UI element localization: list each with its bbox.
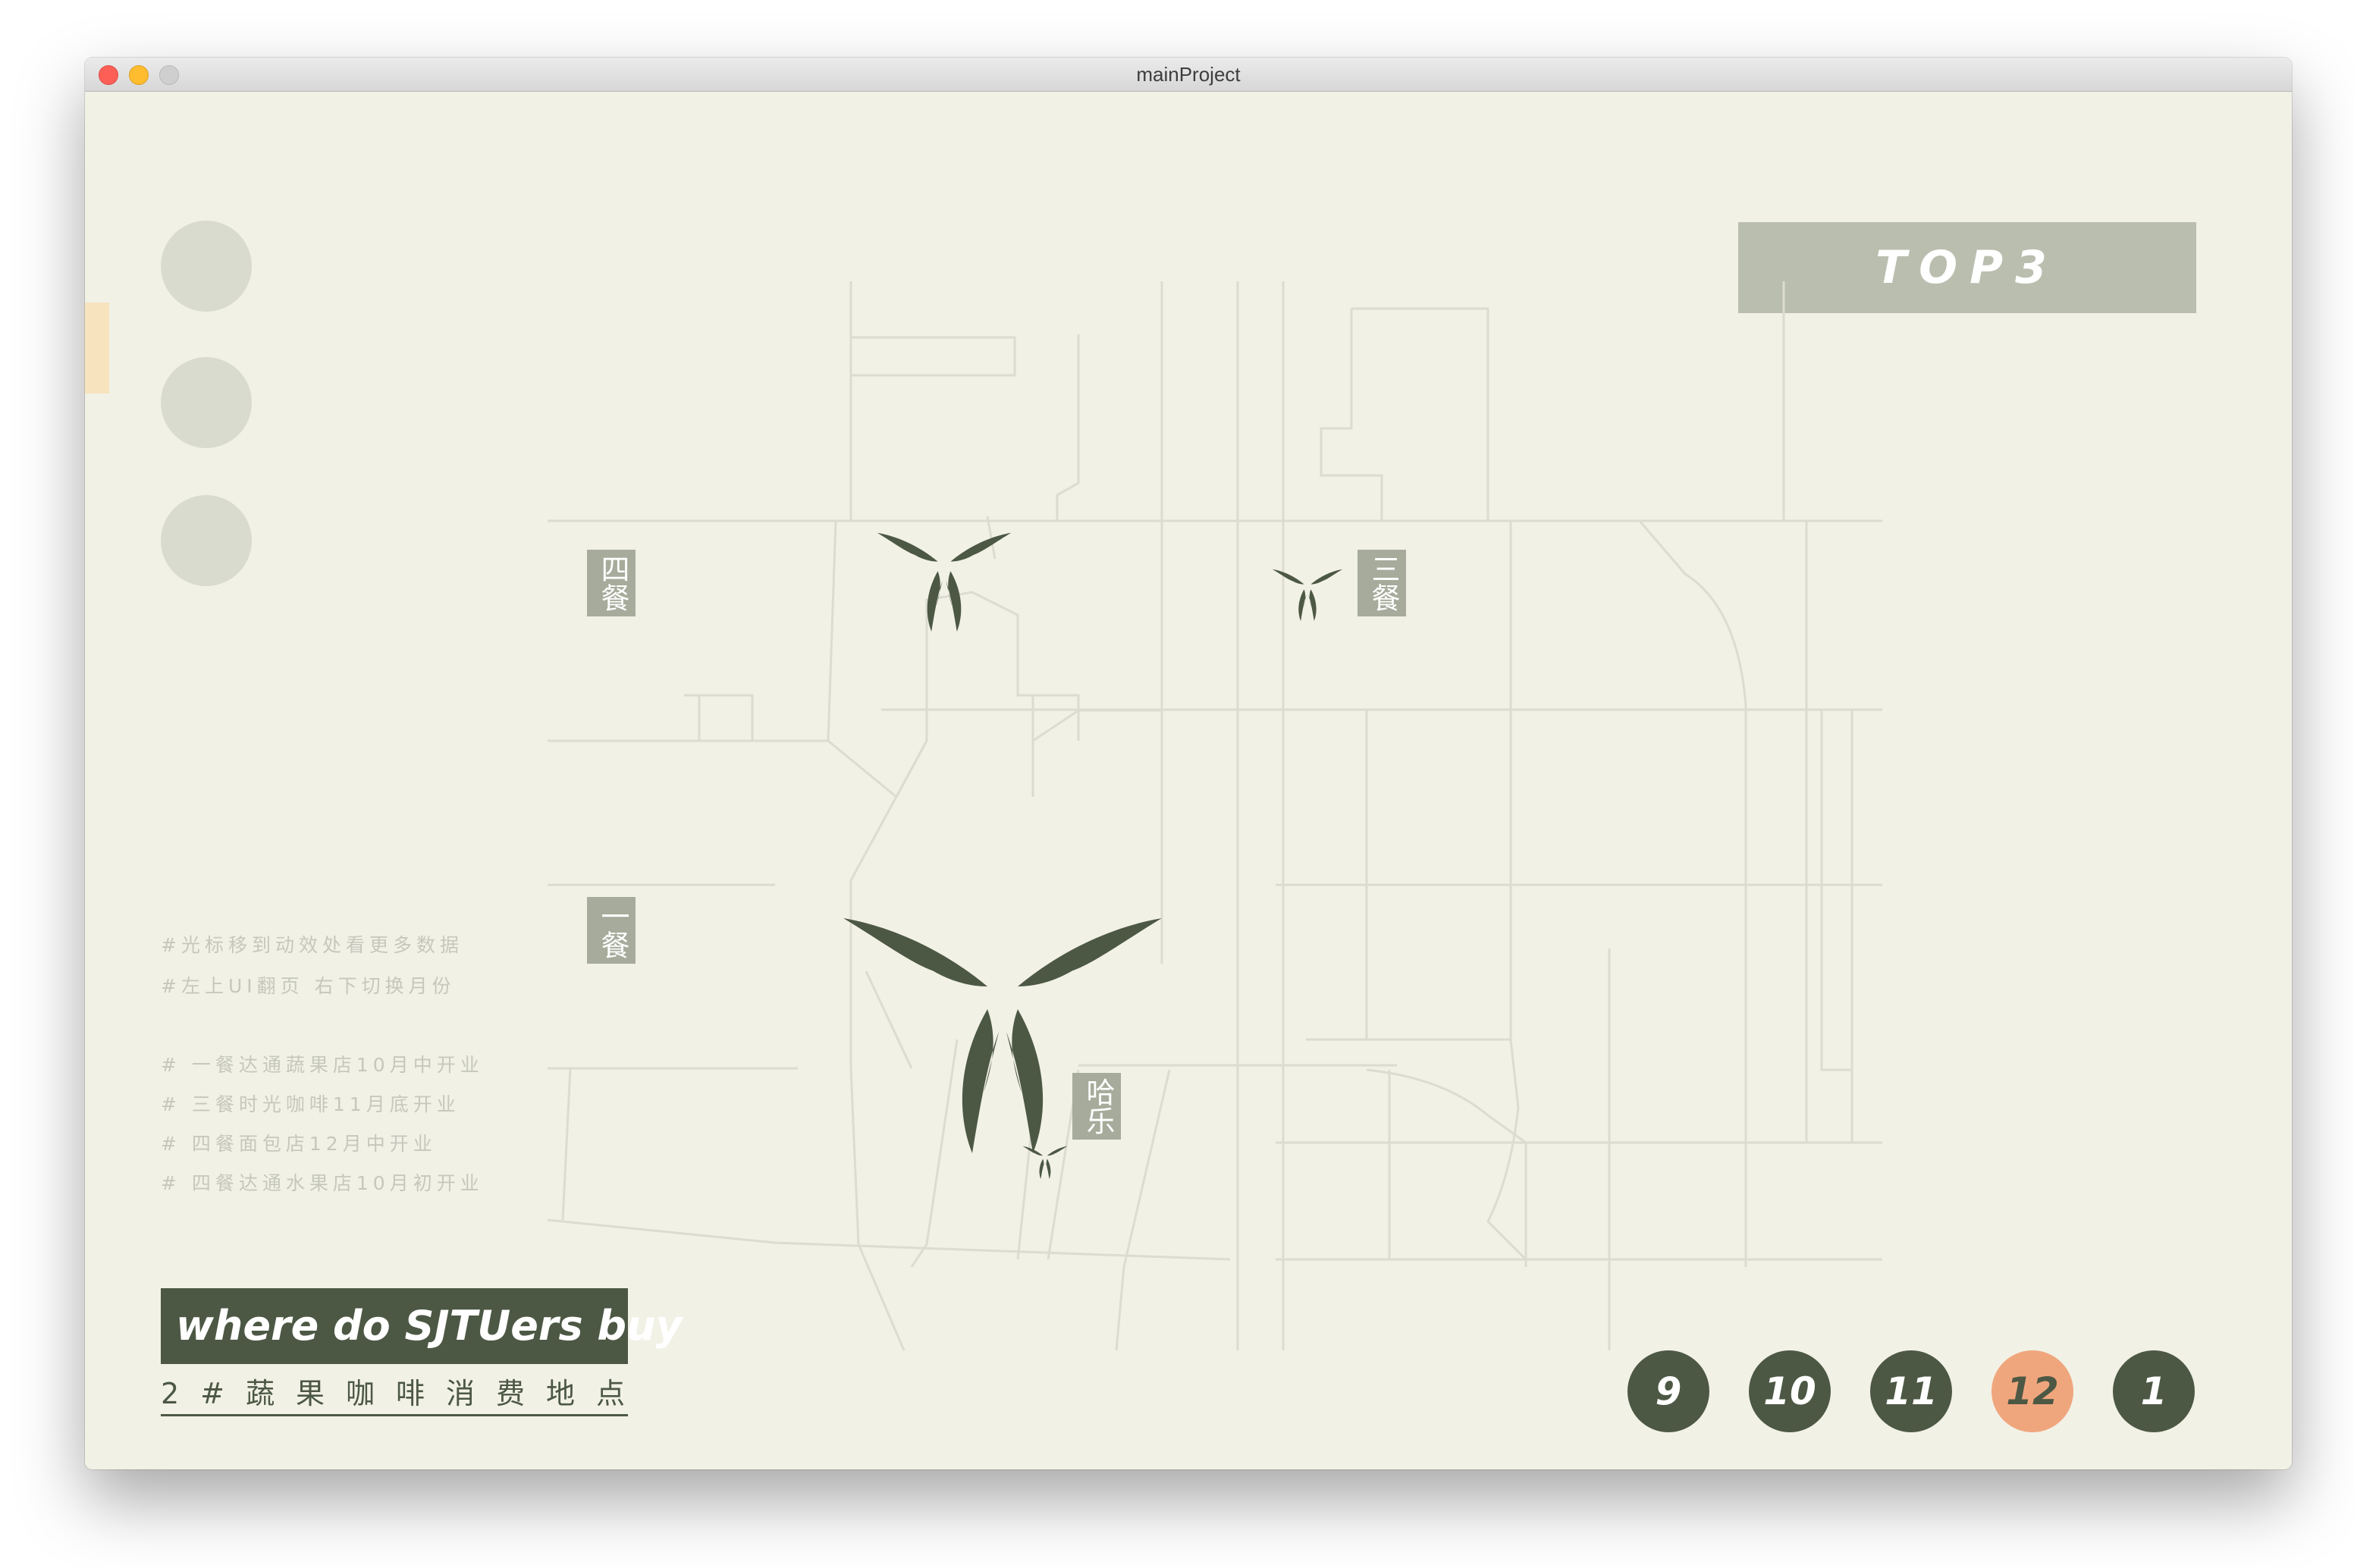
- venue-label-sican[interactable]: 四餐: [587, 550, 636, 616]
- note-text: # 四餐达通水果店10月初开业: [161, 1172, 484, 1194]
- note-text: # 三餐时光咖啡11月底开业: [161, 1093, 460, 1115]
- map-roads: [548, 281, 1882, 1351]
- month-button-12[interactable]: 12: [1991, 1350, 2073, 1432]
- venue-label-sancan[interactable]: 三餐: [1357, 550, 1406, 616]
- app-window: mainProject TOP3 四餐 三餐 一餐 哈乐 #光标移到动效处看更多…: [85, 58, 2292, 1469]
- month-button-10[interactable]: 10: [1749, 1350, 1831, 1432]
- month-button-1[interactable]: 1: [2113, 1350, 2195, 1432]
- window-title: mainProject: [1136, 63, 1241, 86]
- brand-title: where do SJTUers buy: [161, 1288, 683, 1364]
- glyph-sican: [877, 532, 1012, 632]
- campus-map: [548, 281, 1882, 1351]
- page-indicator: [85, 303, 109, 394]
- note-text: # 一餐达通蔬果店10月中开业: [161, 1054, 484, 1076]
- page-nav-button-2[interactable]: [161, 357, 252, 448]
- month-button-11[interactable]: 11: [1870, 1350, 1952, 1432]
- main-canvas: TOP3 四餐 三餐 一餐 哈乐 #光标移到动效处看更多数据 #左上UI翻页 右…: [85, 92, 2292, 1469]
- brand-subtitle: 2#蔬果咖啡消费地点: [161, 1373, 628, 1416]
- page-nav-button-3[interactable]: [161, 495, 252, 586]
- venue-label-yican[interactable]: 一餐: [587, 897, 636, 964]
- note-text: # 四餐面包店12月中开业: [161, 1133, 437, 1155]
- hint-text: #左上UI翻页 右下切换月份: [161, 975, 456, 997]
- page-nav-button-1[interactable]: [161, 221, 252, 312]
- title-bar: mainProject: [85, 58, 2292, 92]
- venue-label-hale[interactable]: 哈乐: [1072, 1073, 1121, 1140]
- month-button-9[interactable]: 9: [1627, 1350, 1709, 1432]
- hint-text: #光标移到动效处看更多数据: [161, 934, 463, 956]
